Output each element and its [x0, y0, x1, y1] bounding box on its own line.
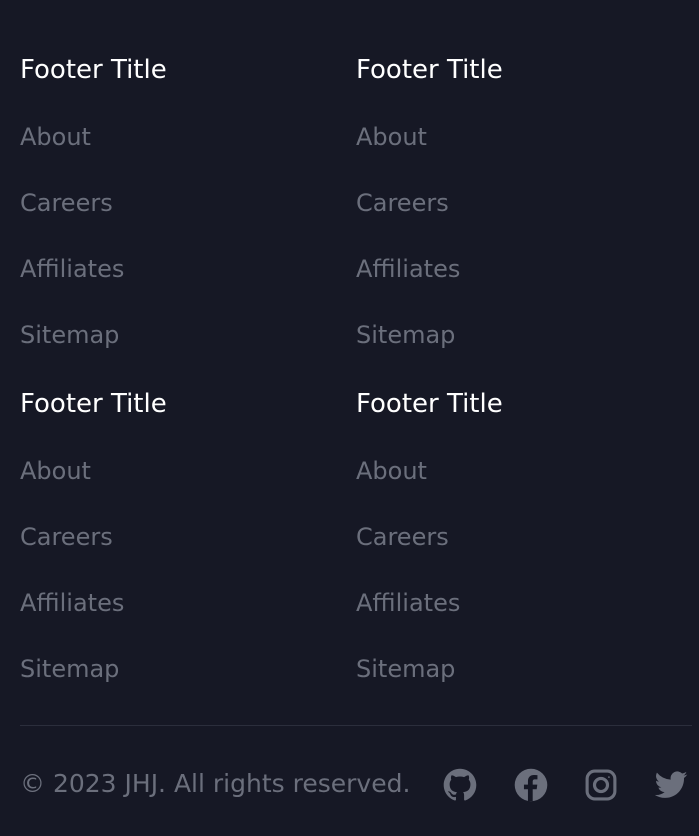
footer-link-careers[interactable]: Careers — [20, 522, 113, 552]
footer-column-title: Footer Title — [356, 55, 503, 85]
footer-link-affiliates[interactable]: Affiliates — [20, 254, 124, 284]
footer-link-sitemap[interactable]: Sitemap — [20, 320, 119, 350]
footer-link-affiliates[interactable]: Affiliates — [356, 254, 460, 284]
footer-link-about[interactable]: About — [20, 456, 91, 486]
footer-link-careers[interactable]: Careers — [356, 522, 449, 552]
footer-link-sitemap[interactable]: Sitemap — [356, 654, 455, 684]
facebook-icon[interactable] — [514, 768, 548, 802]
footer: Footer Title About Careers Affiliates Si… — [0, 0, 699, 836]
twitter-icon[interactable] — [654, 768, 688, 802]
footer-link-affiliates[interactable]: Affiliates — [356, 588, 460, 618]
footer-link-careers[interactable]: Careers — [20, 188, 113, 218]
github-icon[interactable] — [443, 768, 477, 802]
footer-link-careers[interactable]: Careers — [356, 188, 449, 218]
footer-column-title: Footer Title — [356, 389, 503, 419]
footer-link-about[interactable]: About — [356, 122, 427, 152]
footer-link-about[interactable]: About — [356, 456, 427, 486]
footer-divider — [20, 725, 692, 726]
copyright-text: © 2023 JHJ. All rights reserved. — [20, 769, 411, 798]
footer-column-title: Footer Title — [20, 55, 167, 85]
footer-link-sitemap[interactable]: Sitemap — [356, 320, 455, 350]
instagram-icon[interactable] — [584, 768, 618, 802]
footer-link-sitemap[interactable]: Sitemap — [20, 654, 119, 684]
footer-link-about[interactable]: About — [20, 122, 91, 152]
footer-link-affiliates[interactable]: Affiliates — [20, 588, 124, 618]
footer-column-title: Footer Title — [20, 389, 167, 419]
